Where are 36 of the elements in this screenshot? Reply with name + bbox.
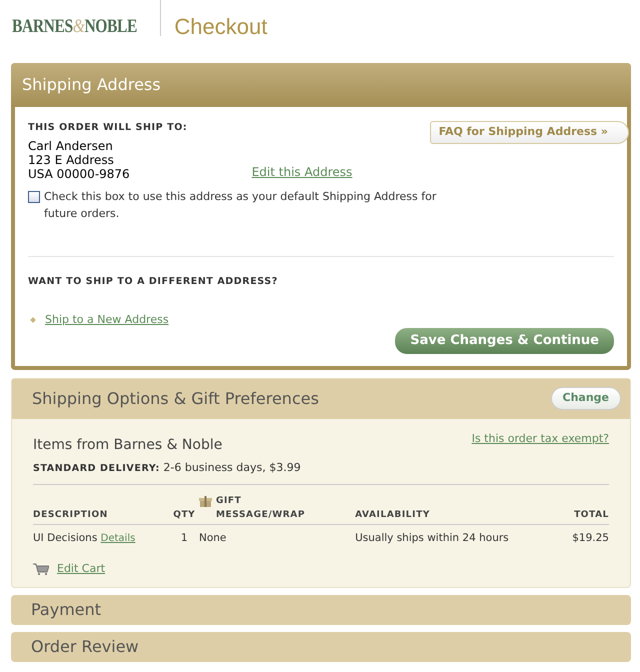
column-header: TOTAL <box>560 493 609 524</box>
checkbox[interactable] <box>28 191 40 204</box>
table-cell: None <box>198 524 356 553</box>
column-header: DESCRIPTION <box>33 493 170 524</box>
faq-button[interactable]: FAQ for Shipping Address » <box>430 121 629 144</box>
column-header: QTY <box>170 493 199 524</box>
page-title: Checkout <box>174 13 268 41</box>
checkbox-label: Check this box to use this address as your default Shipping Address for future orders. <box>44 189 438 222</box>
bullet-icon <box>30 316 36 323</box>
new-address-link[interactable]: Ship to a New Address <box>45 312 169 328</box>
change-button[interactable]: Change <box>550 387 621 410</box>
item-name: UI Decisions <box>33 532 98 544</box>
items-title: Items from Barnes & Noble <box>33 436 222 454</box>
address-line: USA 00000-9876 <box>28 167 130 182</box>
logo: BARNES&NOBLE <box>12 15 137 39</box>
column-header: AVAILABILITY <box>355 493 560 524</box>
details-link[interactable]: Details <box>100 533 136 544</box>
save-continue-button[interactable]: Save Changes & Continue <box>395 328 614 354</box>
delivery-info: STANDARD DELIVERY: 2-6 business days, $3.99 <box>33 460 609 485</box>
edit-address-link[interactable]: Edit this Address <box>252 163 352 182</box>
section-header[interactable]: Payment <box>11 595 631 626</box>
table-cell: $19.25 <box>560 524 609 553</box>
address-line: Carl Andersen <box>28 139 114 154</box>
table-cell: Usually ships within 24 hours <box>355 524 560 553</box>
section-label: THIS ORDER WILL SHIP TO: <box>28 121 188 135</box>
address-line: 123 E Address <box>28 153 115 168</box>
section-header[interactable]: Order Review <box>11 632 631 662</box>
edit-cart-link[interactable]: Edit Cart <box>57 560 106 578</box>
gift-icon <box>198 495 212 508</box>
tax-exempt-link[interactable]: Is this order tax exempt? <box>472 430 609 447</box>
column-header: GIFT MESSAGE/WRAP <box>216 495 306 522</box>
table-cell: 1 <box>170 524 199 553</box>
cart-icon <box>33 563 49 575</box>
panel-title: Shipping Options & Gift Preferences <box>32 388 319 410</box>
panel-title: Shipping Address <box>11 63 631 107</box>
section-label: WANT TO SHIP TO A DIFFERENT ADDRESS? <box>28 275 279 290</box>
